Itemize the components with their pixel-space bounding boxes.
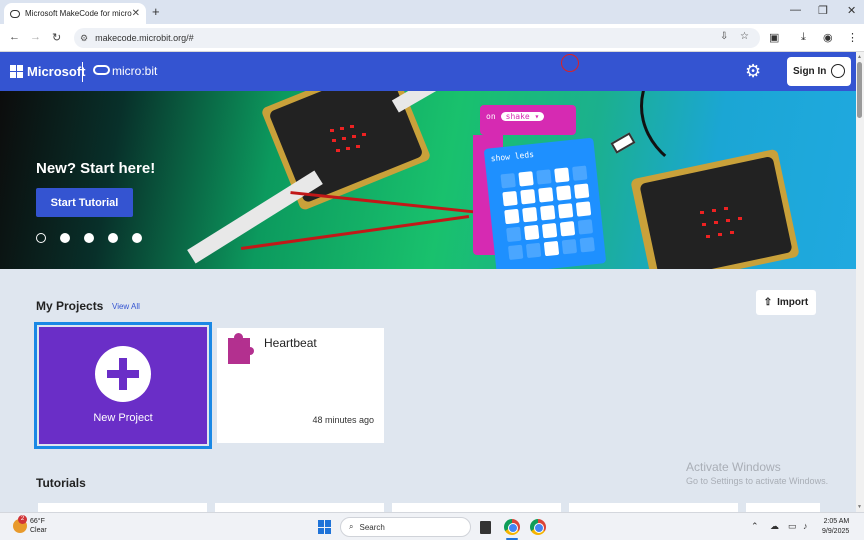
profile-icon[interactable]: ◉ <box>823 31 833 44</box>
clock-time: 2:05 AM <box>823 518 850 525</box>
my-projects-heading: My Projects <box>36 299 104 313</box>
browser-toolbar: ← → ↻ ⚙ makecode.microbit.org/# ⇩ ☆ ▣ ⤓ … <box>0 24 864 52</box>
back-icon[interactable]: ← <box>9 31 20 43</box>
main-content: My Projects View All ⇧ Import New Projec… <box>0 269 856 513</box>
scroll-up-icon[interactable]: ▲ <box>857 54 862 60</box>
plus-icon <box>95 346 151 402</box>
sign-in-label: Sign In <box>793 66 827 77</box>
hero-banner: on shake ▾ show leds New? Start here! Sta… <box>0 91 856 269</box>
restore-button[interactable]: ❐ <box>818 4 828 17</box>
scroll-thumb[interactable] <box>857 62 862 118</box>
new-project-card[interactable]: New Project <box>34 322 212 449</box>
site-info-icon[interactable]: ⚙ <box>80 33 88 44</box>
tray-chevron-icon[interactable]: ⌃ <box>751 521 759 532</box>
carousel-dot-1[interactable] <box>36 233 46 243</box>
chrome-profile-icon[interactable] <box>530 519 546 535</box>
tab-title: Microsoft MakeCode for micro:bit <box>25 9 132 18</box>
led-grid <box>500 165 598 261</box>
bookmark-star-icon[interactable]: ☆ <box>740 31 749 42</box>
led-strip-illustration <box>187 170 323 264</box>
scroll-down-icon[interactable]: ▼ <box>857 504 862 510</box>
downloads-icon[interactable]: ⤓ <box>801 31 806 44</box>
weather-widget[interactable]: 66°F Clear <box>30 517 47 535</box>
user-avatar-icon <box>831 64 845 78</box>
carousel-dot-5[interactable] <box>132 233 142 243</box>
project-card[interactable]: Heartbeat 48 minutes ago <box>217 328 384 443</box>
block-event-label: shake ▾ <box>500 112 545 121</box>
forward-icon[interactable]: → <box>30 31 41 43</box>
header-divider <box>82 62 83 82</box>
system-clock[interactable]: 2:05 AM 9/9/2025 <box>822 517 849 537</box>
clock-date: 9/9/2025 <box>822 528 850 535</box>
network-icon[interactable]: ▭ <box>788 521 797 532</box>
notification-badge: 2 <box>18 515 27 524</box>
block-on-label: on <box>486 112 496 121</box>
microbit-logo-icon <box>93 65 110 75</box>
project-time: 48 minutes ago <box>312 415 374 425</box>
url-text: makecode.microbit.org/# <box>95 33 194 43</box>
reload-icon[interactable]: ↻ <box>52 31 61 44</box>
carousel-dot-4[interactable] <box>108 233 118 243</box>
weather-desc: Clear <box>30 527 47 534</box>
view-all-link[interactable]: View All <box>112 302 140 311</box>
minimize-button[interactable]: — <box>790 4 801 16</box>
page-scrollbar[interactable]: ▲ ▼ <box>856 52 864 512</box>
windows-start-icon[interactable] <box>318 520 332 534</box>
cursor-highlight-ring <box>561 54 579 72</box>
windows-taskbar: 2 66°F Clear ⌕ Search ⌃ ☁ ▭ ♪ 2:05 AM 9/… <box>0 512 864 540</box>
new-tab-button[interactable]: + <box>152 4 160 19</box>
block-show-label: show leds <box>490 149 535 164</box>
activate-windows-subtitle: Go to Settings to activate Windows. <box>686 476 829 486</box>
tutorials-heading: Tutorials <box>36 476 86 490</box>
new-project-label: New Project <box>93 412 153 424</box>
chrome-icon[interactable] <box>504 519 520 535</box>
show-leds-block: show leds <box>483 137 607 269</box>
install-app-icon[interactable]: ⇩ <box>720 31 728 42</box>
menu-icon[interactable]: ⋮ <box>847 31 858 44</box>
tab-search-icon[interactable]: ▣ <box>769 31 779 44</box>
start-tutorial-button[interactable]: Start Tutorial <box>36 188 133 217</box>
weather-temp: 66°F <box>30 518 45 525</box>
task-view-icon[interactable] <box>480 521 491 534</box>
microsoft-logo-icon <box>10 65 23 78</box>
import-label: Import <box>777 297 809 308</box>
usb-plug-icon <box>610 132 636 154</box>
upload-icon: ⇧ <box>763 297 773 308</box>
browser-tabbar: Microsoft MakeCode for micro:bit ✕ + — ❐… <box>0 0 864 24</box>
onedrive-icon[interactable]: ☁ <box>770 521 779 532</box>
address-bar[interactable]: ⚙ makecode.microbit.org/# ⇩ ☆ <box>74 28 760 48</box>
microbit-brand[interactable]: micro:bit <box>112 64 157 78</box>
makecode-header: Microsoft micro:bit ⚙ Sign In <box>0 52 856 91</box>
import-button[interactable]: ⇧ Import <box>756 290 816 315</box>
tab-close-icon[interactable]: ✕ <box>132 8 140 19</box>
project-name: Heartbeat <box>264 336 317 350</box>
taskbar-search[interactable]: ⌕ Search <box>340 517 471 537</box>
activate-windows-title: Activate Windows <box>686 460 781 474</box>
microsoft-brand[interactable]: Microsoft <box>27 64 86 79</box>
carousel-dot-2[interactable] <box>60 233 70 243</box>
carousel-dot-3[interactable] <box>84 233 94 243</box>
sign-in-button[interactable]: Sign In <box>787 57 851 86</box>
hero-title: New? Start here! <box>36 160 156 177</box>
search-icon: ⌕ <box>349 522 354 531</box>
puzzle-piece-icon <box>228 333 254 364</box>
search-placeholder: Search <box>359 522 385 532</box>
volume-icon[interactable]: ♪ <box>803 521 808 531</box>
settings-gear-icon[interactable]: ⚙ <box>745 61 761 82</box>
red-wire <box>240 215 470 250</box>
on-shake-block: on shake ▾ <box>480 105 576 135</box>
browser-tab[interactable]: Microsoft MakeCode for micro:bit ✕ <box>4 3 146 24</box>
window-close-button[interactable]: ✕ <box>847 4 856 17</box>
makecode-favicon-icon <box>10 9 20 18</box>
